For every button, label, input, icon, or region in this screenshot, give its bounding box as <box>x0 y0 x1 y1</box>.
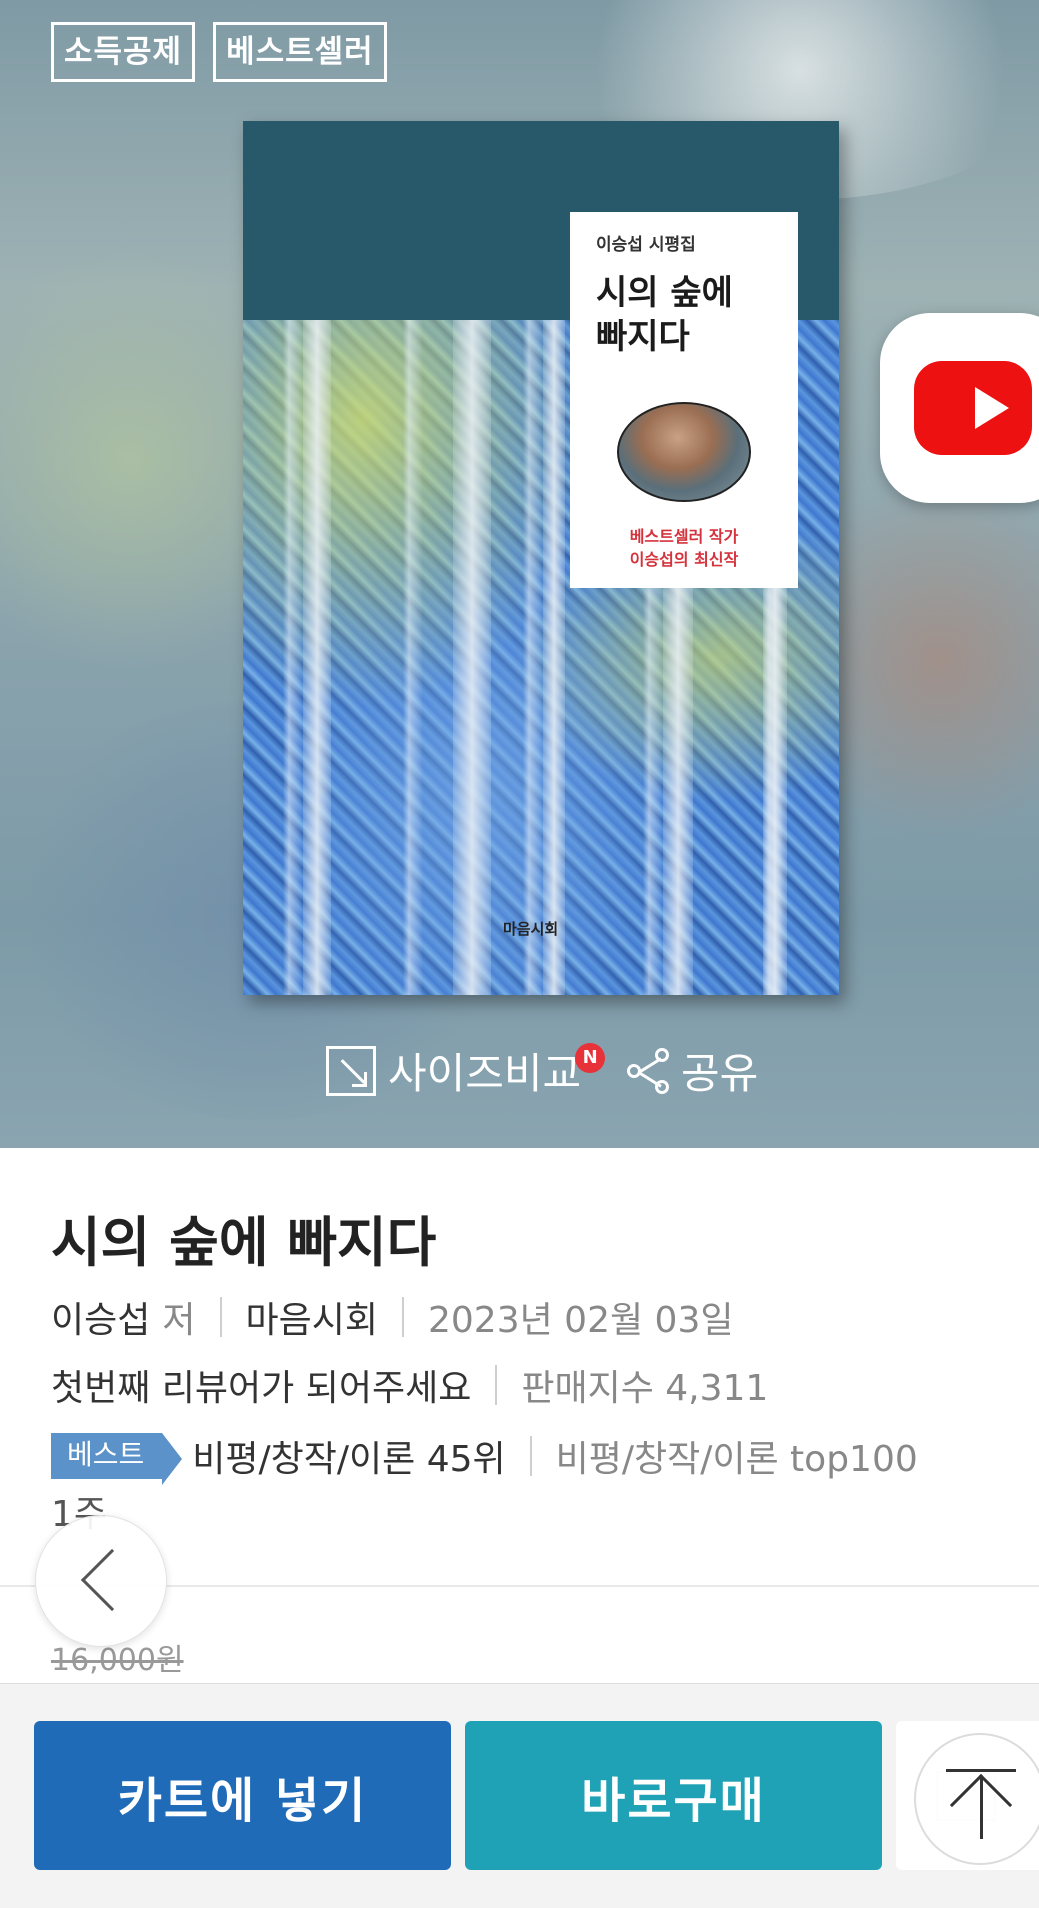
cover-title-line: 빠지다 <box>596 317 690 357</box>
top100-link[interactable]: 비평/창작/이론 top100 <box>556 1430 918 1482</box>
add-to-cart-button[interactable]: 카트에 넣기 <box>34 1721 451 1870</box>
share-icon <box>625 1046 671 1096</box>
book-meta-row: 이승섭 저 마음시회 2023년 02월 03일 <box>51 1291 733 1343</box>
back-button[interactable] <box>35 1515 167 1647</box>
hero-section: 소득공제 베스트셀러 이승섭 시평집 시의 숲에 빠지다 베스트셀러 작가 이승… <box>0 0 1039 1148</box>
badge-group: 소득공제 베스트셀러 <box>51 22 387 82</box>
purchase-bar: 카트에 넣기 바로구매 <box>0 1683 1039 1908</box>
cover-title-line: 시의 숲에 <box>596 273 733 313</box>
author-role: 저 <box>162 1300 196 1341</box>
publish-date: 2023년 02월 03일 <box>427 1300 734 1341</box>
share-label: 공유 <box>681 1049 759 1098</box>
badge-bestseller: 베스트셀러 <box>213 22 387 82</box>
cover-label-box: 이승섭 시평집 시의 숲에 빠지다 베스트셀러 작가 이승섭의 최신작 <box>570 212 798 588</box>
youtube-icon <box>914 361 1032 455</box>
cover-tagline: 이승섭의 최신작 <box>629 550 739 569</box>
arrow-up-icon-stem <box>980 1777 983 1839</box>
share-button[interactable]: 공유 <box>625 1040 758 1101</box>
cover-series: 이승섭 시평집 <box>596 235 696 255</box>
divider <box>401 1297 404 1337</box>
divider <box>529 1436 532 1476</box>
chevron-left-icon <box>80 1548 144 1612</box>
scroll-to-top-button[interactable] <box>914 1733 1039 1865</box>
size-compare-label: 사이즈비교 <box>388 1049 582 1098</box>
publisher-link[interactable]: 마음시회 <box>246 1291 378 1343</box>
cover-tools: 사이즈비교 N 공유 <box>0 1040 1039 1104</box>
cover-publisher: 마음시회 <box>503 920 559 938</box>
badge-tax-deduction: 소득공제 <box>51 22 196 82</box>
buy-now-button[interactable]: 바로구매 <box>465 1721 882 1870</box>
cover-tree-trunk <box>543 320 565 995</box>
youtube-button[interactable] <box>880 313 1039 503</box>
size-compare-button[interactable]: 사이즈비교 N <box>326 1040 606 1101</box>
best-badge: 베스트 <box>51 1432 183 1486</box>
arrow-up-icon <box>946 1769 1016 1772</box>
play-icon <box>975 387 1009 429</box>
book-cover-image[interactable]: 이승섭 시평집 시의 숲에 빠지다 베스트셀러 작가 이승섭의 최신작 마음시회 <box>243 121 839 995</box>
category-rank-link[interactable]: 비평/창작/이론 45위 <box>192 1430 505 1482</box>
author-link[interactable]: 이승섭 <box>51 1291 150 1343</box>
review-prompt-link[interactable]: 첫번째 리뷰어가 되어주세요 <box>51 1359 471 1411</box>
cover-tree-trunk <box>453 320 491 995</box>
review-row: 첫번째 리뷰어가 되어주세요 판매지수 4,311 <box>51 1359 768 1411</box>
expand-icon <box>326 1045 376 1096</box>
ranking-row: 베스트 비평/창작/이론 45위 비평/창작/이론 top100 <box>51 1430 918 1486</box>
divider <box>495 1365 498 1405</box>
new-badge: N <box>575 1042 606 1073</box>
book-title: 시의 숲에 빠지다 <box>51 1211 437 1274</box>
divider <box>219 1297 222 1337</box>
cover-tagline: 베스트셀러 작가 <box>629 527 739 546</box>
sales-index: 판매지수 4,311 <box>521 1368 769 1409</box>
author-portrait <box>617 402 751 502</box>
cover-tree-trunk <box>303 320 331 995</box>
